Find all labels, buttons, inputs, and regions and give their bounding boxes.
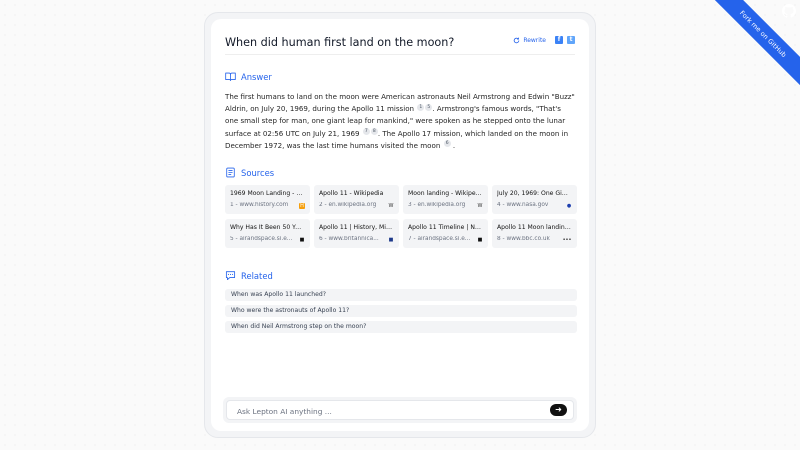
sources-heading: Sources — [225, 167, 274, 178]
ask-bar: ➜ — [223, 397, 577, 423]
source-title: Apollo 11 | History, Miss... — [319, 224, 393, 231]
source-title: 1969 Moon Landing - D... — [230, 190, 304, 197]
ask-input[interactable] — [235, 404, 539, 418]
send-arrow-icon[interactable]: ➜ — [550, 404, 567, 416]
github-icon[interactable] — [782, 4, 796, 18]
answer-heading: Answer — [225, 71, 272, 82]
sources-heading-label: Sources — [241, 167, 275, 178]
related-heading-label: Related — [241, 270, 273, 281]
related-question[interactable]: When did Neil Armstrong step on the moon… — [225, 321, 577, 333]
chat-bubble-icon — [225, 271, 236, 281]
source-host: 7 - airandspace.si.e... — [408, 236, 471, 242]
citation-badge[interactable]: 7 — [362, 128, 370, 136]
result-header: When did human first land on the moon? R… — [225, 30, 575, 55]
source-card[interactable]: Apollo 11 Moon landing:... 8 - www.bbc.c… — [492, 219, 577, 248]
wikipedia-favicon-icon: W — [388, 203, 394, 209]
source-host: 4 - www.nasa.gov — [497, 202, 549, 208]
sources-grid: 1969 Moon Landing - D... 1 - www.history… — [225, 185, 577, 248]
question-title: When did human first land on the moon? — [225, 36, 455, 49]
source-title: Apollo 11 Moon landing:... — [497, 224, 571, 231]
facebook-share-icon[interactable]: f — [555, 36, 563, 44]
source-card[interactable]: Why Has It Been 50 Ye... 5 - airandspace… — [225, 219, 310, 248]
search-panel: When did human first land on the moon? R… — [204, 12, 596, 438]
source-host: 8 - www.bbc.co.uk — [497, 236, 550, 242]
source-card[interactable]: Apollo 11 Timeline | Nat... 7 - airandsp… — [403, 219, 488, 248]
source-card[interactable]: Apollo 11 | History, Miss... 6 - www.bri… — [314, 219, 399, 248]
source-title: Apollo 11 - Wikipedia — [319, 190, 384, 197]
related-question[interactable]: Who were the astronauts of Apollo 11? — [225, 305, 577, 317]
airandspace-favicon-icon: ■ — [477, 237, 483, 243]
book-open-icon — [225, 72, 236, 82]
related-heading: Related — [225, 270, 273, 281]
source-title: Apollo 11 Timeline | Nat... — [408, 224, 482, 231]
history-favicon-icon: H — [299, 203, 305, 209]
source-host: 2 - en.wikipedia.org — [319, 202, 377, 208]
britannica-favicon-icon: ■ — [388, 237, 394, 243]
header-actions: Rewrite f t — [513, 36, 575, 44]
citation-badge[interactable]: 8 — [370, 128, 378, 136]
source-card[interactable]: Apollo 11 - Wikipedia 2 - en.wikipedia.o… — [314, 185, 399, 214]
document-icon — [226, 167, 235, 178]
citation-badge[interactable]: 1 — [417, 103, 425, 111]
rewrite-label: Rewrite — [523, 36, 546, 44]
result-card: When did human first land on the moon? R… — [211, 19, 589, 431]
refresh-icon — [514, 37, 520, 43]
wikipedia-favicon-icon: W — [477, 203, 483, 209]
answer-text: The first humans to land on the moon wer… — [225, 92, 575, 150]
source-host: 1 - www.history.com — [230, 202, 289, 208]
source-host: 3 - en.wikipedia.org — [408, 202, 466, 208]
nasa-favicon-icon: ● — [566, 203, 572, 209]
source-card[interactable]: 1969 Moon Landing - D... 1 - www.history… — [225, 185, 310, 214]
source-title: July 20, 1969: One Gia... — [497, 190, 571, 197]
answer-heading-label: Answer — [241, 71, 272, 82]
source-host: 5 - airandspace.si.e... — [230, 236, 293, 242]
source-host: 6 - www.britannica... — [319, 236, 379, 242]
related-question[interactable]: When was Apollo 11 launched? — [225, 289, 577, 301]
airandspace-favicon-icon: ■ — [299, 237, 305, 243]
source-title: Why Has It Been 50 Ye... — [230, 224, 304, 231]
twitter-share-icon[interactable]: t — [567, 36, 575, 44]
rewrite-button[interactable]: Rewrite — [513, 37, 546, 44]
bbc-favicon-icon: ••• — [562, 237, 572, 243]
source-card[interactable]: Moon landing - Wikipe... 3 - en.wikipedi… — [403, 185, 488, 214]
citation-badge[interactable]: 6 — [443, 140, 451, 148]
source-card[interactable]: July 20, 1969: One Gia... 4 - www.nasa.g… — [492, 185, 577, 214]
related-list: When was Apollo 11 launched? Who were th… — [225, 289, 577, 337]
ask-box: ➜ — [226, 400, 574, 420]
source-title: Moon landing - Wikipe... — [408, 190, 482, 197]
